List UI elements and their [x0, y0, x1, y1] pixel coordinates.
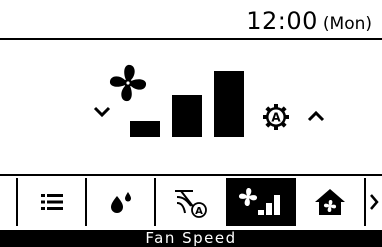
- chevron-right-icon: [370, 194, 379, 210]
- menu-item-dry[interactable]: [87, 178, 154, 226]
- clock-time: 12:00: [246, 7, 318, 35]
- clock: 12:00 (Mon): [246, 7, 372, 35]
- status-label: Fan Speed: [145, 229, 237, 247]
- remote-controller-screen: 12:00 (Mon) A A Fan Speed: [0, 0, 382, 246]
- menu-item-airflow[interactable]: A: [156, 178, 225, 226]
- speed-bar-2: [172, 95, 202, 137]
- airflow-auto-icon: A: [174, 190, 207, 218]
- fan-speed-icon: [238, 187, 280, 215]
- dry-droplets-icon: [110, 192, 131, 213]
- fan-speed-decrease-button[interactable]: [92, 104, 112, 123]
- fan-speed-increase-button[interactable]: [306, 108, 326, 127]
- speed-bar-3: [214, 71, 244, 137]
- menu-item-list[interactable]: [18, 178, 85, 226]
- header-divider: [0, 38, 382, 40]
- menu-item-fan-speed[interactable]: [226, 178, 294, 226]
- auto-fan-icon: A: [263, 104, 289, 130]
- menu-item-home[interactable]: [296, 178, 364, 226]
- chevron-down-icon: [93, 106, 111, 118]
- clock-day: (Mon): [322, 14, 372, 34]
- menu-list-icon: [40, 194, 63, 210]
- auto-badge: A: [271, 111, 281, 125]
- chevron-up-icon: [307, 110, 325, 122]
- menu-scroll-right-button[interactable]: [366, 178, 382, 226]
- status-bar: Fan Speed: [0, 230, 382, 246]
- menu-bar: A: [0, 175, 382, 230]
- fan-speed-level-indicator: [130, 71, 246, 137]
- home-fan-icon: [315, 189, 345, 215]
- svg-text:A: A: [195, 206, 203, 217]
- speed-bar-1: [130, 121, 160, 137]
